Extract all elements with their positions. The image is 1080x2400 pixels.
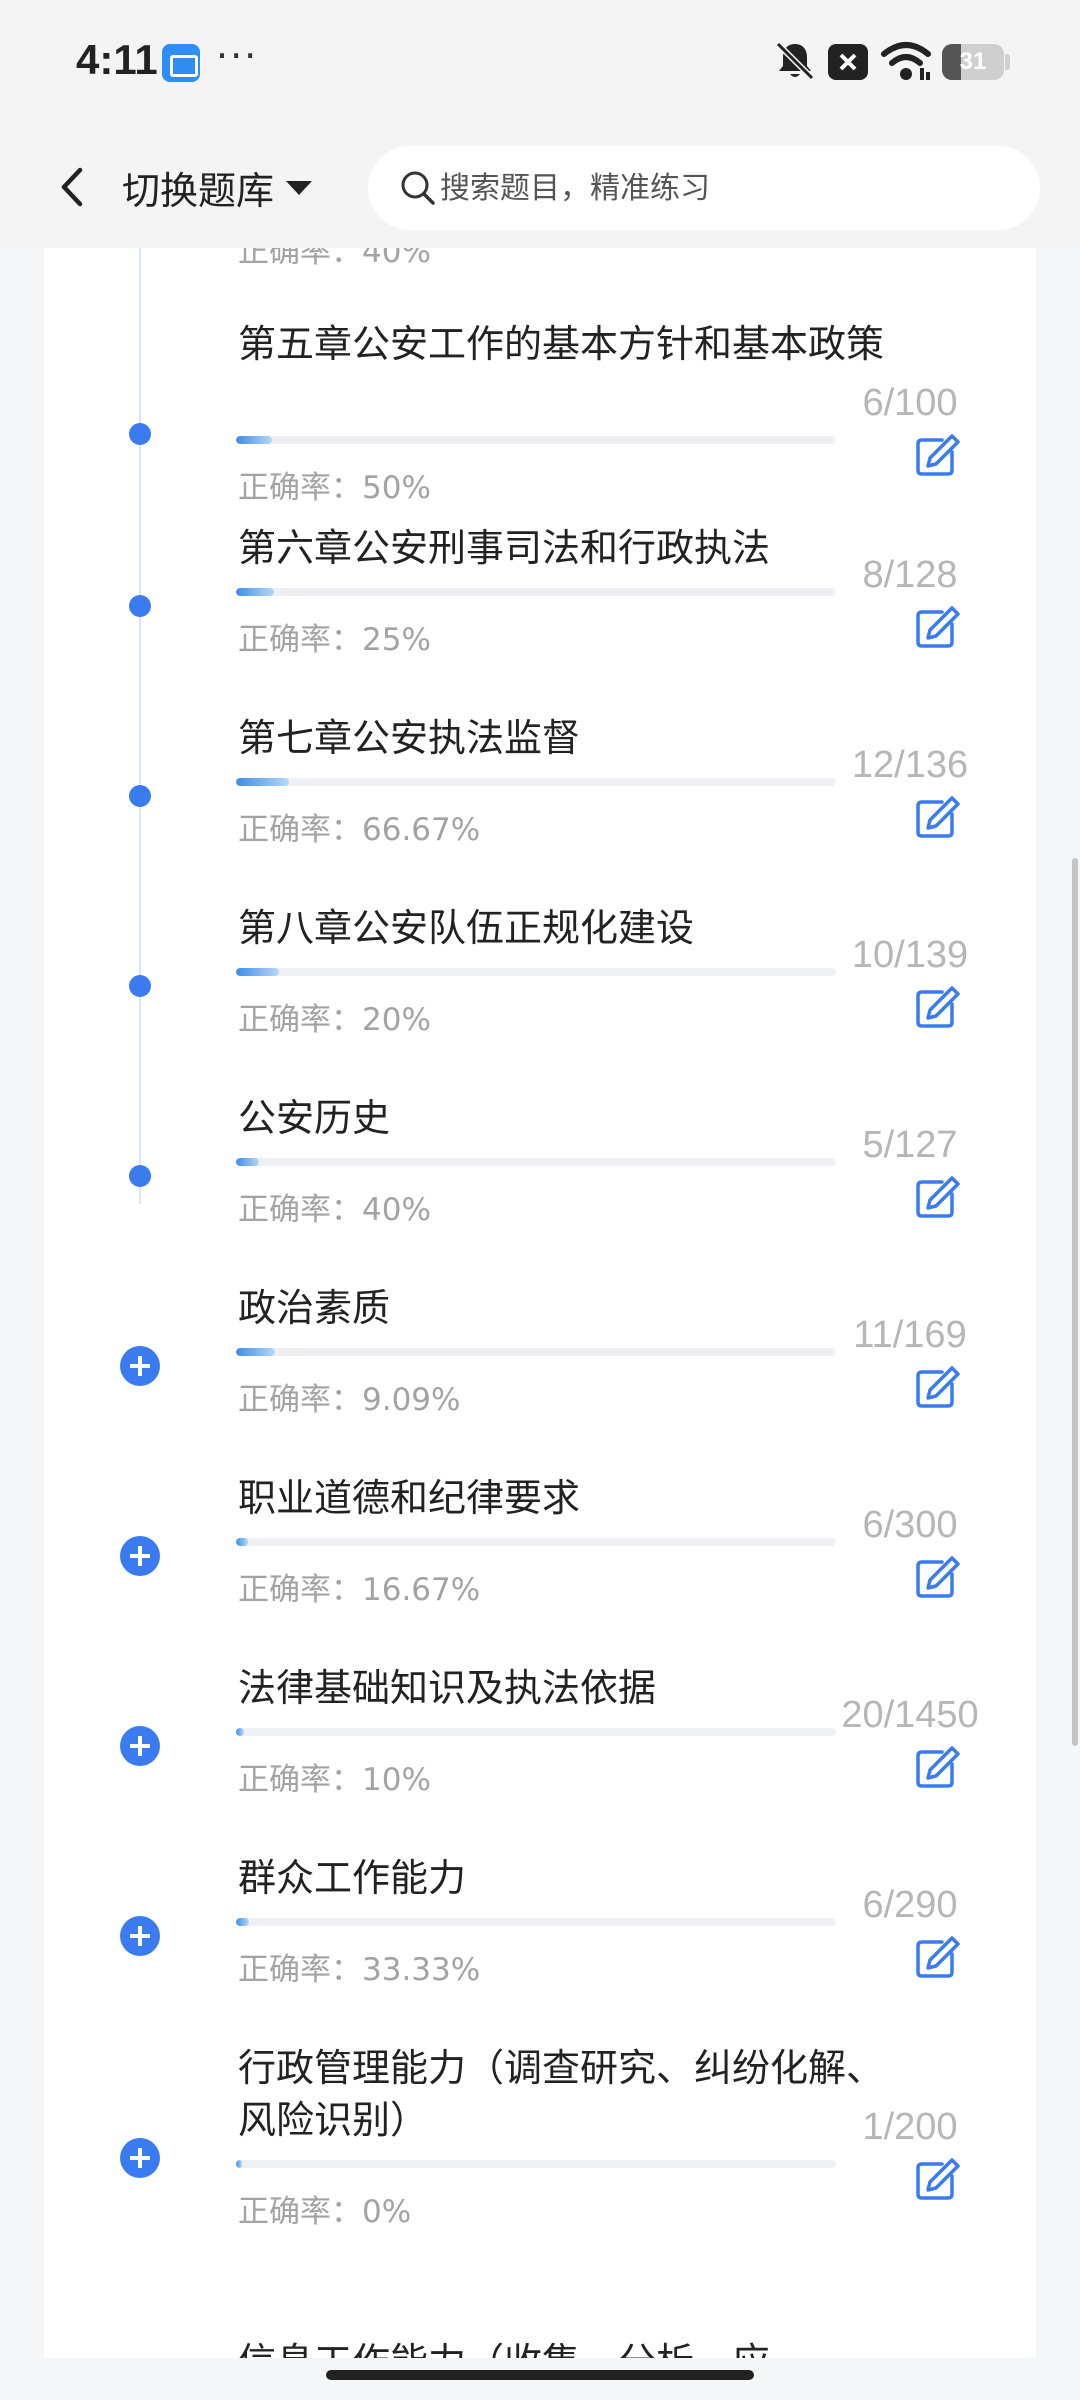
edit-icon[interactable] xyxy=(912,604,960,650)
timeline-dot xyxy=(129,975,151,997)
accuracy-text: 正确率：33.33% xyxy=(238,1952,481,1988)
chapter-row[interactable]: 第五章公安工作的基本方针和基本政策正确率：50% 6/100 xyxy=(44,310,1036,506)
edit-icon[interactable] xyxy=(912,794,960,840)
progress-bar-fill xyxy=(236,588,274,596)
switch-bank-dropdown[interactable]: 切换题库 xyxy=(122,156,313,218)
bell-off-icon xyxy=(775,41,815,81)
accuracy-text: 正确率：50% xyxy=(238,470,431,506)
progress-bar-fill xyxy=(236,436,272,444)
question-count: 11/169 xyxy=(853,1314,967,1356)
accuracy-text: 正确率：40% xyxy=(238,1192,431,1228)
status-time: 4:11 xyxy=(76,36,158,83)
question-count: 10/139 xyxy=(851,934,969,976)
question-count: 1/200 xyxy=(862,2106,958,2148)
accuracy-text: 正确率：25% xyxy=(238,622,431,658)
progress-bar-fill xyxy=(236,1348,275,1356)
progress-bar xyxy=(236,436,836,444)
chapter-row[interactable]: 第七章公安执法监督 正确率：66.67% 12/136 xyxy=(44,704,1036,894)
question-count: 6/300 xyxy=(862,1504,958,1546)
edit-icon[interactable] xyxy=(912,984,960,1030)
accuracy-text: 正确率：9.09% xyxy=(238,1382,461,1418)
chapter-row[interactable]: 行政管理能力（调查研究、纠纷化解、风险识别） 正确率：0% 1/200 xyxy=(44,2034,1036,2230)
expand-plus-icon[interactable] xyxy=(120,1536,160,1576)
edit-icon[interactable] xyxy=(912,1934,960,1980)
status-bar: 4:11 ··· 31 xyxy=(0,0,1080,126)
wifi-icon xyxy=(881,42,931,80)
chapter-row[interactable]: 职业道德和纪律要求 正确率：16.67% 6/300 xyxy=(44,1464,1036,1654)
wallet-notification-icon xyxy=(162,44,200,82)
progress-bar xyxy=(236,968,836,976)
progress-bar-fill xyxy=(236,1918,249,1926)
chapter-list-card: 正确率：40% 第五章公安工作的基本方针和基本政策 正确率：50% 6/100 第六章… xyxy=(44,248,1036,2358)
battery-level-text: 31 xyxy=(959,48,987,75)
chapter-title-partial: 信息工作能力（收集、分析、应 xyxy=(238,2336,888,2358)
progress-bar xyxy=(236,588,836,596)
progress-bar-fill xyxy=(236,2160,242,2168)
edit-icon[interactable] xyxy=(912,2156,960,2202)
caret-down-icon xyxy=(286,181,313,195)
question-count: 20/1450 xyxy=(841,1694,979,1736)
question-count: 5/127 xyxy=(862,1124,958,1166)
accuracy-text: 正确率：10% xyxy=(238,1762,431,1798)
timeline-dot xyxy=(129,785,151,807)
chapter-row[interactable]: 第八章公安队伍正规化建设 正确率：20% 10/139 xyxy=(44,894,1036,1084)
chapter-row[interactable]: 群众工作能力 正确率：33.33% 6/290 xyxy=(44,1844,1036,2034)
expand-plus-icon[interactable] xyxy=(120,1726,160,1766)
battery-tip xyxy=(1005,54,1010,70)
timeline-dot xyxy=(129,595,151,617)
edit-icon[interactable] xyxy=(912,1174,960,1220)
expand-plus-icon[interactable] xyxy=(120,1346,160,1386)
question-count: 12/136 xyxy=(851,744,969,786)
switch-bank-label: 切换题库 xyxy=(122,168,275,213)
edit-icon[interactable] xyxy=(912,432,960,478)
chapter-row[interactable]: 第六章公安刑事司法和行政执法 正确率：25% 8/128 xyxy=(44,514,1036,704)
progress-bar-fill xyxy=(236,1538,248,1546)
expand-plus-icon[interactable] xyxy=(120,1916,160,1956)
accuracy-text: 正确率：0% xyxy=(238,2194,412,2230)
progress-bar xyxy=(236,778,836,786)
edit-icon[interactable] xyxy=(912,1364,960,1410)
back-button[interactable] xyxy=(44,156,104,218)
accuracy-text-partial: 正确率：40% xyxy=(238,248,431,270)
search-input[interactable] xyxy=(440,146,1020,230)
progress-bar xyxy=(236,2160,836,2168)
edit-icon[interactable] xyxy=(912,1554,960,1600)
home-indicator[interactable] xyxy=(326,2370,754,2380)
chapter-row[interactable]: 公安历史 正确率：40% 5/127 xyxy=(44,1084,1036,1274)
accuracy-text: 正确率：16.67% xyxy=(238,1572,481,1608)
battery-indicator: 31 xyxy=(942,44,1004,80)
progress-bar xyxy=(236,1918,836,1926)
header: 切换题库 xyxy=(0,126,1080,248)
chapter-row[interactable]: 法律基础知识及执法依据 正确率：10% 20/1450 xyxy=(44,1654,1036,1844)
progress-bar-fill xyxy=(236,1728,245,1736)
timeline-dot xyxy=(129,423,151,445)
more-notifications-icon: ··· xyxy=(216,34,259,78)
edit-icon[interactable] xyxy=(912,1744,960,1790)
timeline-dot xyxy=(129,1165,151,1187)
question-count: 6/100 xyxy=(862,382,958,424)
question-count: 6/290 xyxy=(862,1884,958,1926)
list-item-partial[interactable]: 信息工作能力（收集、分析、应 xyxy=(44,2328,1036,2358)
progress-bar-fill xyxy=(236,1158,260,1166)
progress-bar xyxy=(236,1538,836,1546)
progress-bar-fill xyxy=(236,968,280,976)
accuracy-text: 正确率：66.67% xyxy=(238,812,481,848)
question-count: 8/128 xyxy=(862,554,958,596)
close-notification-icon xyxy=(828,44,868,80)
progress-bar-fill xyxy=(236,778,289,786)
accuracy-text: 正确率：20% xyxy=(238,1002,431,1038)
search-box[interactable] xyxy=(368,146,1040,230)
progress-bar xyxy=(236,1728,836,1736)
expand-plus-icon[interactable] xyxy=(120,2138,160,2178)
chapter-row[interactable]: 政治素质 正确率：9.09% 11/169 xyxy=(44,1274,1036,1464)
scrollbar[interactable] xyxy=(1072,858,1078,1746)
search-icon xyxy=(401,171,435,205)
progress-bar xyxy=(236,1158,836,1166)
progress-bar xyxy=(236,1348,836,1356)
chapter-title: 第五章公安工作的基本方针和基本政策 xyxy=(238,322,885,366)
